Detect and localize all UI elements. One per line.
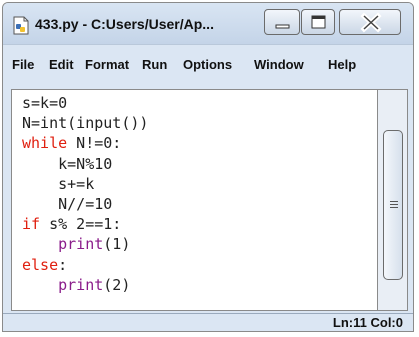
idle-window: 433.py - C:Users/User/Ap... File Edit Fo… bbox=[2, 2, 414, 332]
grip-line bbox=[390, 204, 398, 205]
vertical-scrollbar[interactable] bbox=[378, 89, 408, 311]
close-icon bbox=[360, 12, 382, 33]
menu-options[interactable]: Options bbox=[183, 57, 232, 72]
builtin-token: print bbox=[58, 235, 104, 254]
code-editor[interactable]: s=k=0 N=int(input()) while N!=0: k=N%10 s+… bbox=[11, 89, 378, 311]
code-line: print(1) bbox=[58, 235, 131, 254]
cursor-position: Ln:11 Col:0 bbox=[332, 315, 403, 330]
code-line: k=N%10 bbox=[58, 154, 113, 173]
keyword-token: else bbox=[22, 255, 59, 274]
code-line: while N!=0: bbox=[22, 134, 122, 153]
keyword-token: if bbox=[22, 215, 41, 234]
menu-format[interactable]: Format bbox=[85, 57, 129, 72]
menu-help[interactable]: Help bbox=[328, 57, 356, 72]
close-button[interactable] bbox=[339, 9, 401, 35]
status-bar: Ln:11 Col:0 bbox=[3, 313, 413, 331]
code-line: print(2) bbox=[58, 275, 131, 294]
builtin-token: print bbox=[58, 275, 104, 294]
code-line: s+=k bbox=[58, 174, 95, 193]
minimize-icon bbox=[275, 24, 290, 29]
scrollbar-thumb[interactable] bbox=[383, 130, 403, 280]
menu-file[interactable]: File bbox=[12, 57, 34, 72]
code-line: else: bbox=[22, 255, 68, 274]
menu-bar: File Edit Format Run Options Window Help bbox=[3, 44, 413, 85]
code-line: if s% 2==1: bbox=[22, 215, 122, 234]
menu-edit[interactable]: Edit bbox=[49, 57, 74, 72]
minimize-button[interactable] bbox=[264, 9, 300, 35]
window-title: 433.py - C:Users/User/Ap... bbox=[35, 16, 214, 32]
code-line: N=int(input()) bbox=[22, 114, 149, 133]
maximize-icon bbox=[311, 15, 326, 29]
code-line: s=k=0 bbox=[22, 94, 68, 112]
code-line: N//=10 bbox=[58, 195, 113, 213]
menu-window[interactable]: Window bbox=[254, 57, 304, 72]
keyword-token: while bbox=[22, 134, 68, 153]
title-bar[interactable]: 433.py - C:Users/User/Ap... bbox=[3, 3, 413, 44]
python-file-icon bbox=[13, 16, 29, 35]
menu-run[interactable]: Run bbox=[142, 57, 167, 72]
maximize-button[interactable] bbox=[301, 9, 335, 35]
grip-line bbox=[390, 201, 398, 202]
grip-line bbox=[390, 207, 398, 208]
